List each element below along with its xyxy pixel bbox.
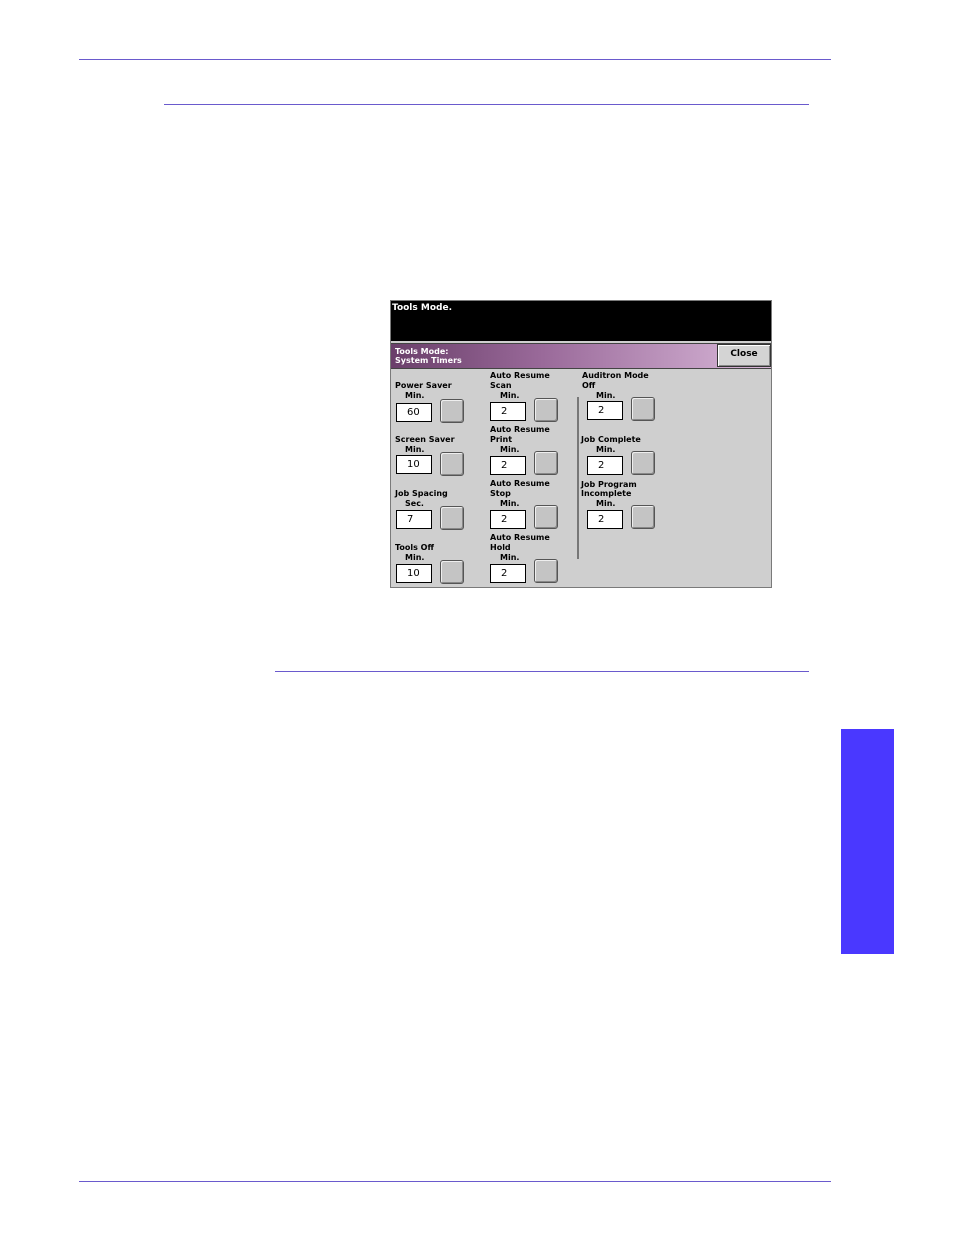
- tools-off-button[interactable]: [440, 560, 464, 584]
- timer-label: Auto Resume: [490, 533, 550, 542]
- auto-resume-scan-button[interactable]: [534, 398, 558, 422]
- auto-resume-scan-value[interactable]: 2: [490, 402, 526, 421]
- auto-resume-print-button[interactable]: [534, 451, 558, 475]
- timer-unit: Min.: [500, 499, 520, 508]
- timer-label: Screen Saver: [395, 435, 455, 444]
- title-bar: Tools Mode: System Timers Close: [391, 343, 771, 369]
- timer-unit: Min.: [405, 553, 425, 562]
- message-text: Tools Mode.: [392, 303, 452, 313]
- timer-label-2: Off: [582, 381, 596, 390]
- job-program-incomplete-value[interactable]: 2: [587, 510, 623, 529]
- power-saver-button[interactable]: [440, 399, 464, 423]
- timer-label-2: Scan: [490, 381, 512, 390]
- auto-resume-hold-button[interactable]: [534, 559, 558, 583]
- system-timers-panel: Power Saver Min. 60 Screen Saver Min. 10…: [391, 369, 771, 587]
- tools-mode-screen: Tools Mode. Tools Mode: System Timers Cl…: [390, 300, 772, 588]
- timer-label: Power Saver: [395, 381, 452, 390]
- timer-unit: Min.: [500, 445, 520, 454]
- screen-saver-button[interactable]: [440, 452, 464, 476]
- auto-resume-stop-value[interactable]: 2: [490, 510, 526, 529]
- auto-resume-stop-button[interactable]: [534, 505, 558, 529]
- timer-label-2: Hold: [490, 543, 511, 552]
- timer-label: Job Complete: [581, 435, 641, 444]
- job-program-incomplete-button[interactable]: [631, 505, 655, 529]
- auto-resume-print-value[interactable]: 2: [490, 456, 526, 475]
- tools-off-value[interactable]: 10: [396, 564, 432, 583]
- job-spacing-value[interactable]: 7: [396, 510, 432, 529]
- timer-unit: Min.: [596, 445, 616, 454]
- timer-label: Tools Off: [395, 543, 434, 552]
- screen-saver-value[interactable]: 10: [396, 455, 432, 474]
- timer-label: Job Spacing: [395, 489, 448, 498]
- timer-unit: Min.: [500, 553, 520, 562]
- timer-label: Auditron Mode: [582, 371, 649, 380]
- timer-label: Auto Resume: [490, 479, 550, 488]
- title-line-1: Tools Mode:: [395, 347, 449, 356]
- auto-resume-hold-value[interactable]: 2: [490, 564, 526, 583]
- close-button[interactable]: Close: [717, 344, 771, 367]
- title-line-2: System Timers: [395, 356, 462, 365]
- timer-label: Auto Resume: [490, 425, 550, 434]
- column-divider: [577, 397, 579, 559]
- auditron-mode-off-value[interactable]: 2: [587, 401, 623, 420]
- job-complete-value[interactable]: 2: [587, 456, 623, 475]
- power-saver-value[interactable]: 60: [396, 403, 432, 422]
- message-bar: Tools Mode.: [391, 301, 771, 341]
- timer-unit: Min.: [596, 499, 616, 508]
- timer-unit: Min.: [596, 391, 616, 400]
- header-rule-section: [164, 104, 809, 105]
- timer-unit: Min.: [500, 391, 520, 400]
- timer-label: Auto Resume: [490, 371, 550, 380]
- timer-unit: Sec.: [405, 499, 424, 508]
- timer-unit: Min.: [405, 391, 425, 400]
- job-spacing-button[interactable]: [440, 506, 464, 530]
- timer-unit: Min.: [405, 445, 425, 454]
- screen-title: Tools Mode: System Timers: [395, 347, 462, 365]
- job-complete-button[interactable]: [631, 451, 655, 475]
- figure-rule-bottom: [275, 671, 809, 672]
- header-rule-top: [79, 59, 831, 60]
- timer-label-2: Stop: [490, 489, 511, 498]
- chapter-side-tab: [841, 729, 894, 954]
- auditron-mode-off-button[interactable]: [631, 397, 655, 421]
- footer-rule: [79, 1181, 831, 1182]
- timer-label-2: Incomplete: [581, 489, 632, 498]
- timer-label-2: Print: [490, 435, 513, 444]
